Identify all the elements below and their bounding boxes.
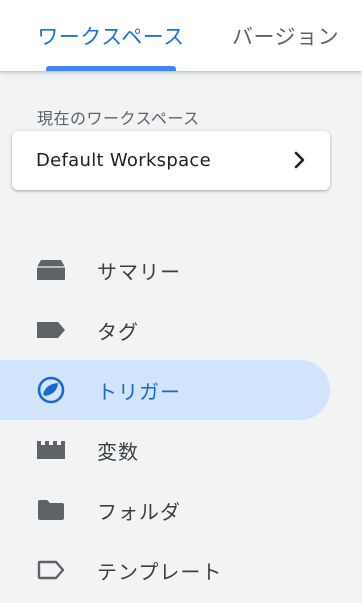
trigger-icon <box>36 375 66 405</box>
summary-icon <box>36 255 66 285</box>
nav-label-variables: 変数 <box>97 439 139 464</box>
tab-bar: ワークスペース バージョン <box>0 0 362 71</box>
nav-label-folders: フォルダ <box>97 499 181 524</box>
tag-icon <box>36 315 66 345</box>
variables-icon <box>36 435 66 465</box>
nav-item-variables[interactable]: 変数 <box>0 420 362 480</box>
side-panel: ワークスペース バージョン 現在のワークスペース Default Workspa… <box>0 0 362 603</box>
nav-item-templates[interactable]: テンプレート <box>0 540 362 600</box>
nav-list: サマリー タグ トリガー 変数 フォルダ テンプレート <box>0 240 362 600</box>
nav-item-triggers[interactable]: トリガー <box>0 360 362 420</box>
current-workspace-label: 現在のワークスペース <box>37 109 200 128</box>
workspace-selector[interactable]: Default Workspace <box>12 131 330 190</box>
nav-item-tags[interactable]: タグ <box>0 300 362 360</box>
nav-item-summary[interactable]: サマリー <box>0 240 362 300</box>
workspace-name: Default Workspace <box>36 150 211 171</box>
template-icon <box>36 555 66 585</box>
chevron-right-icon <box>294 151 305 169</box>
nav-label-tags: タグ <box>97 319 139 344</box>
nav-item-folders[interactable]: フォルダ <box>0 480 362 540</box>
active-tab-indicator <box>46 66 176 71</box>
tab-versions[interactable]: バージョン <box>218 0 362 71</box>
nav-label-summary: サマリー <box>97 259 181 284</box>
tab-workspace[interactable]: ワークスペース <box>22 0 200 71</box>
nav-label-triggers: トリガー <box>97 379 181 404</box>
folder-icon <box>36 495 66 525</box>
nav-label-templates: テンプレート <box>97 559 223 584</box>
